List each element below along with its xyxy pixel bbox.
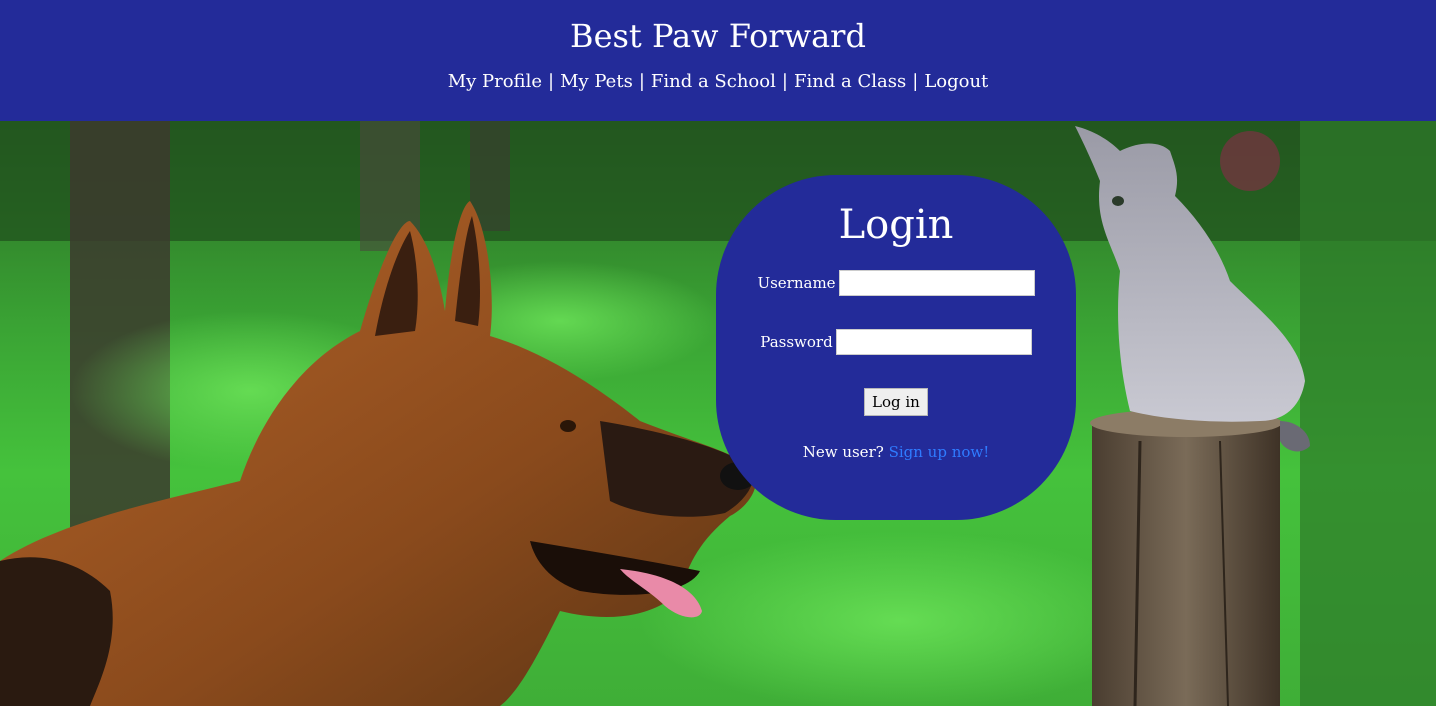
login-title: Login	[838, 202, 954, 248]
nav-separator: |	[912, 71, 919, 92]
username-input[interactable]	[838, 270, 1035, 296]
username-label: Username	[757, 274, 836, 292]
nav-find-a-school[interactable]: Find a School	[651, 71, 776, 92]
page: Best Paw Forward My Profile | My Pets | Find…	[0, 0, 1436, 706]
site-header: Best Paw Forward My Profile | My Pets | Find…	[0, 0, 1436, 121]
signup-prompt: New user?	[802, 443, 884, 461]
password-row: Password	[716, 329, 1076, 355]
nav-separator: |	[547, 71, 555, 92]
nav-separator: |	[781, 71, 788, 92]
signup-line: New user? Sign up now!	[716, 443, 1076, 461]
password-label: Password	[760, 333, 833, 351]
signup-link[interactable]: Sign up now!	[889, 443, 990, 461]
nav-my-profile[interactable]: My Profile	[448, 71, 542, 92]
username-row: Username	[716, 270, 1076, 296]
nav-separator: |	[638, 71, 645, 92]
login-panel: Login Username Password Log in New user?…	[716, 175, 1076, 520]
nav-find-a-class[interactable]: Find a Class	[794, 71, 906, 92]
login-button[interactable]: Log in	[864, 388, 928, 416]
password-input[interactable]	[835, 329, 1032, 355]
site-title: Best Paw Forward	[570, 17, 866, 55]
main-nav: My Profile | My Pets | Find a School | Find a …	[0, 68, 1436, 96]
nav-logout[interactable]: Logout	[924, 71, 988, 92]
nav-my-pets[interactable]: My Pets	[560, 71, 633, 92]
